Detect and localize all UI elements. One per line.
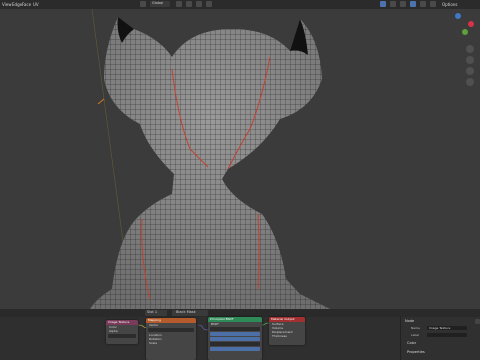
transform-orientation-label: Global	[152, 1, 164, 5]
section-properties-header[interactable]: Properties	[403, 348, 429, 356]
socket-label: BSDF	[211, 322, 219, 326]
gizmo-z-icon[interactable]	[455, 13, 461, 19]
options-menu[interactable]: Options	[442, 2, 457, 7]
bsdf-alpha-field[interactable]	[210, 347, 260, 351]
label-field[interactable]	[427, 333, 467, 337]
node-image-texture[interactable]: Image Texture Color Alpha	[106, 320, 138, 344]
node-editor[interactable]: Image Texture Color Alpha Mapping Vector…	[0, 317, 400, 360]
node-editor-header: Slot 1 Black Mask	[0, 309, 480, 317]
socket-label: Thickness	[272, 334, 287, 338]
3d-viewport[interactable]	[0, 9, 480, 309]
shading-material-icon[interactable]	[420, 1, 426, 7]
node-principled-bsdf[interactable]: Principled BSDF BSDF	[208, 317, 262, 360]
pivot-icon[interactable]	[176, 1, 182, 7]
character-mesh	[90, 17, 330, 309]
label-label: Label	[411, 333, 420, 337]
socket-label: Vector	[149, 323, 159, 327]
menu-uv[interactable]: UV	[33, 2, 39, 7]
transform-orientation-select[interactable]: Global	[150, 1, 170, 7]
menu-view[interactable]: View	[2, 2, 12, 7]
xray-icon[interactable]	[390, 1, 396, 7]
node-properties-panel: Node Name Image Texture Label Color Prop…	[400, 317, 480, 360]
top-header: View Edge Face UV Global Options	[0, 0, 480, 9]
shading-solid-icon[interactable]	[410, 1, 416, 7]
bsdf-metallic-field[interactable]	[210, 337, 260, 341]
material-slot-select[interactable]: Slot 1	[145, 310, 167, 316]
name-field[interactable]: Image Texture	[427, 326, 467, 330]
image-field[interactable]	[108, 334, 136, 338]
pan-icon[interactable]	[466, 56, 474, 64]
mesh-wireframe	[90, 9, 330, 309]
material-name-field[interactable]: Black Mask	[172, 310, 208, 316]
section-node-header[interactable]: Node	[401, 317, 480, 325]
menu-edge[interactable]: Edge	[12, 2, 22, 7]
perspective-icon[interactable]	[466, 78, 474, 86]
camera-icon[interactable]	[466, 67, 474, 75]
shading-rendered-icon[interactable]	[430, 1, 436, 7]
node-mapping[interactable]: Mapping Vector Location Rotation Scale	[146, 318, 196, 360]
bsdf-subsurface-field[interactable]	[210, 332, 260, 336]
orientation-icon[interactable]	[140, 1, 146, 7]
zoom-icon[interactable]	[466, 45, 474, 53]
node-links	[137, 322, 270, 331]
gizmo-y-icon[interactable]	[462, 29, 468, 35]
menu-face[interactable]: Face	[22, 2, 31, 7]
node-material-output[interactable]: Material Output Surface Volume Displacem…	[269, 317, 305, 345]
bsdf-base-color-field[interactable]	[210, 327, 260, 331]
name-value: Image Texture	[429, 326, 451, 330]
falloff-icon[interactable]	[206, 1, 212, 7]
overlay-icon[interactable]	[380, 1, 386, 7]
bsdf-roughness-field[interactable]	[210, 342, 260, 346]
socket-label: Alpha	[109, 329, 118, 333]
snap-icon[interactable]	[186, 1, 192, 7]
section-color-header[interactable]: Color	[403, 339, 420, 347]
socket-label: Scale	[149, 341, 158, 345]
proportional-edit-icon[interactable]	[196, 1, 202, 7]
material-slot-label: Slot 1	[147, 310, 158, 314]
mapping-field[interactable]	[148, 328, 194, 332]
gizmo-x-icon[interactable]	[468, 21, 474, 27]
shading-wire-icon[interactable]	[400, 1, 406, 7]
name-label: Name	[411, 326, 420, 330]
sidebar-tab-icon[interactable]	[475, 319, 480, 324]
material-name-label: Black Mask	[176, 310, 196, 314]
